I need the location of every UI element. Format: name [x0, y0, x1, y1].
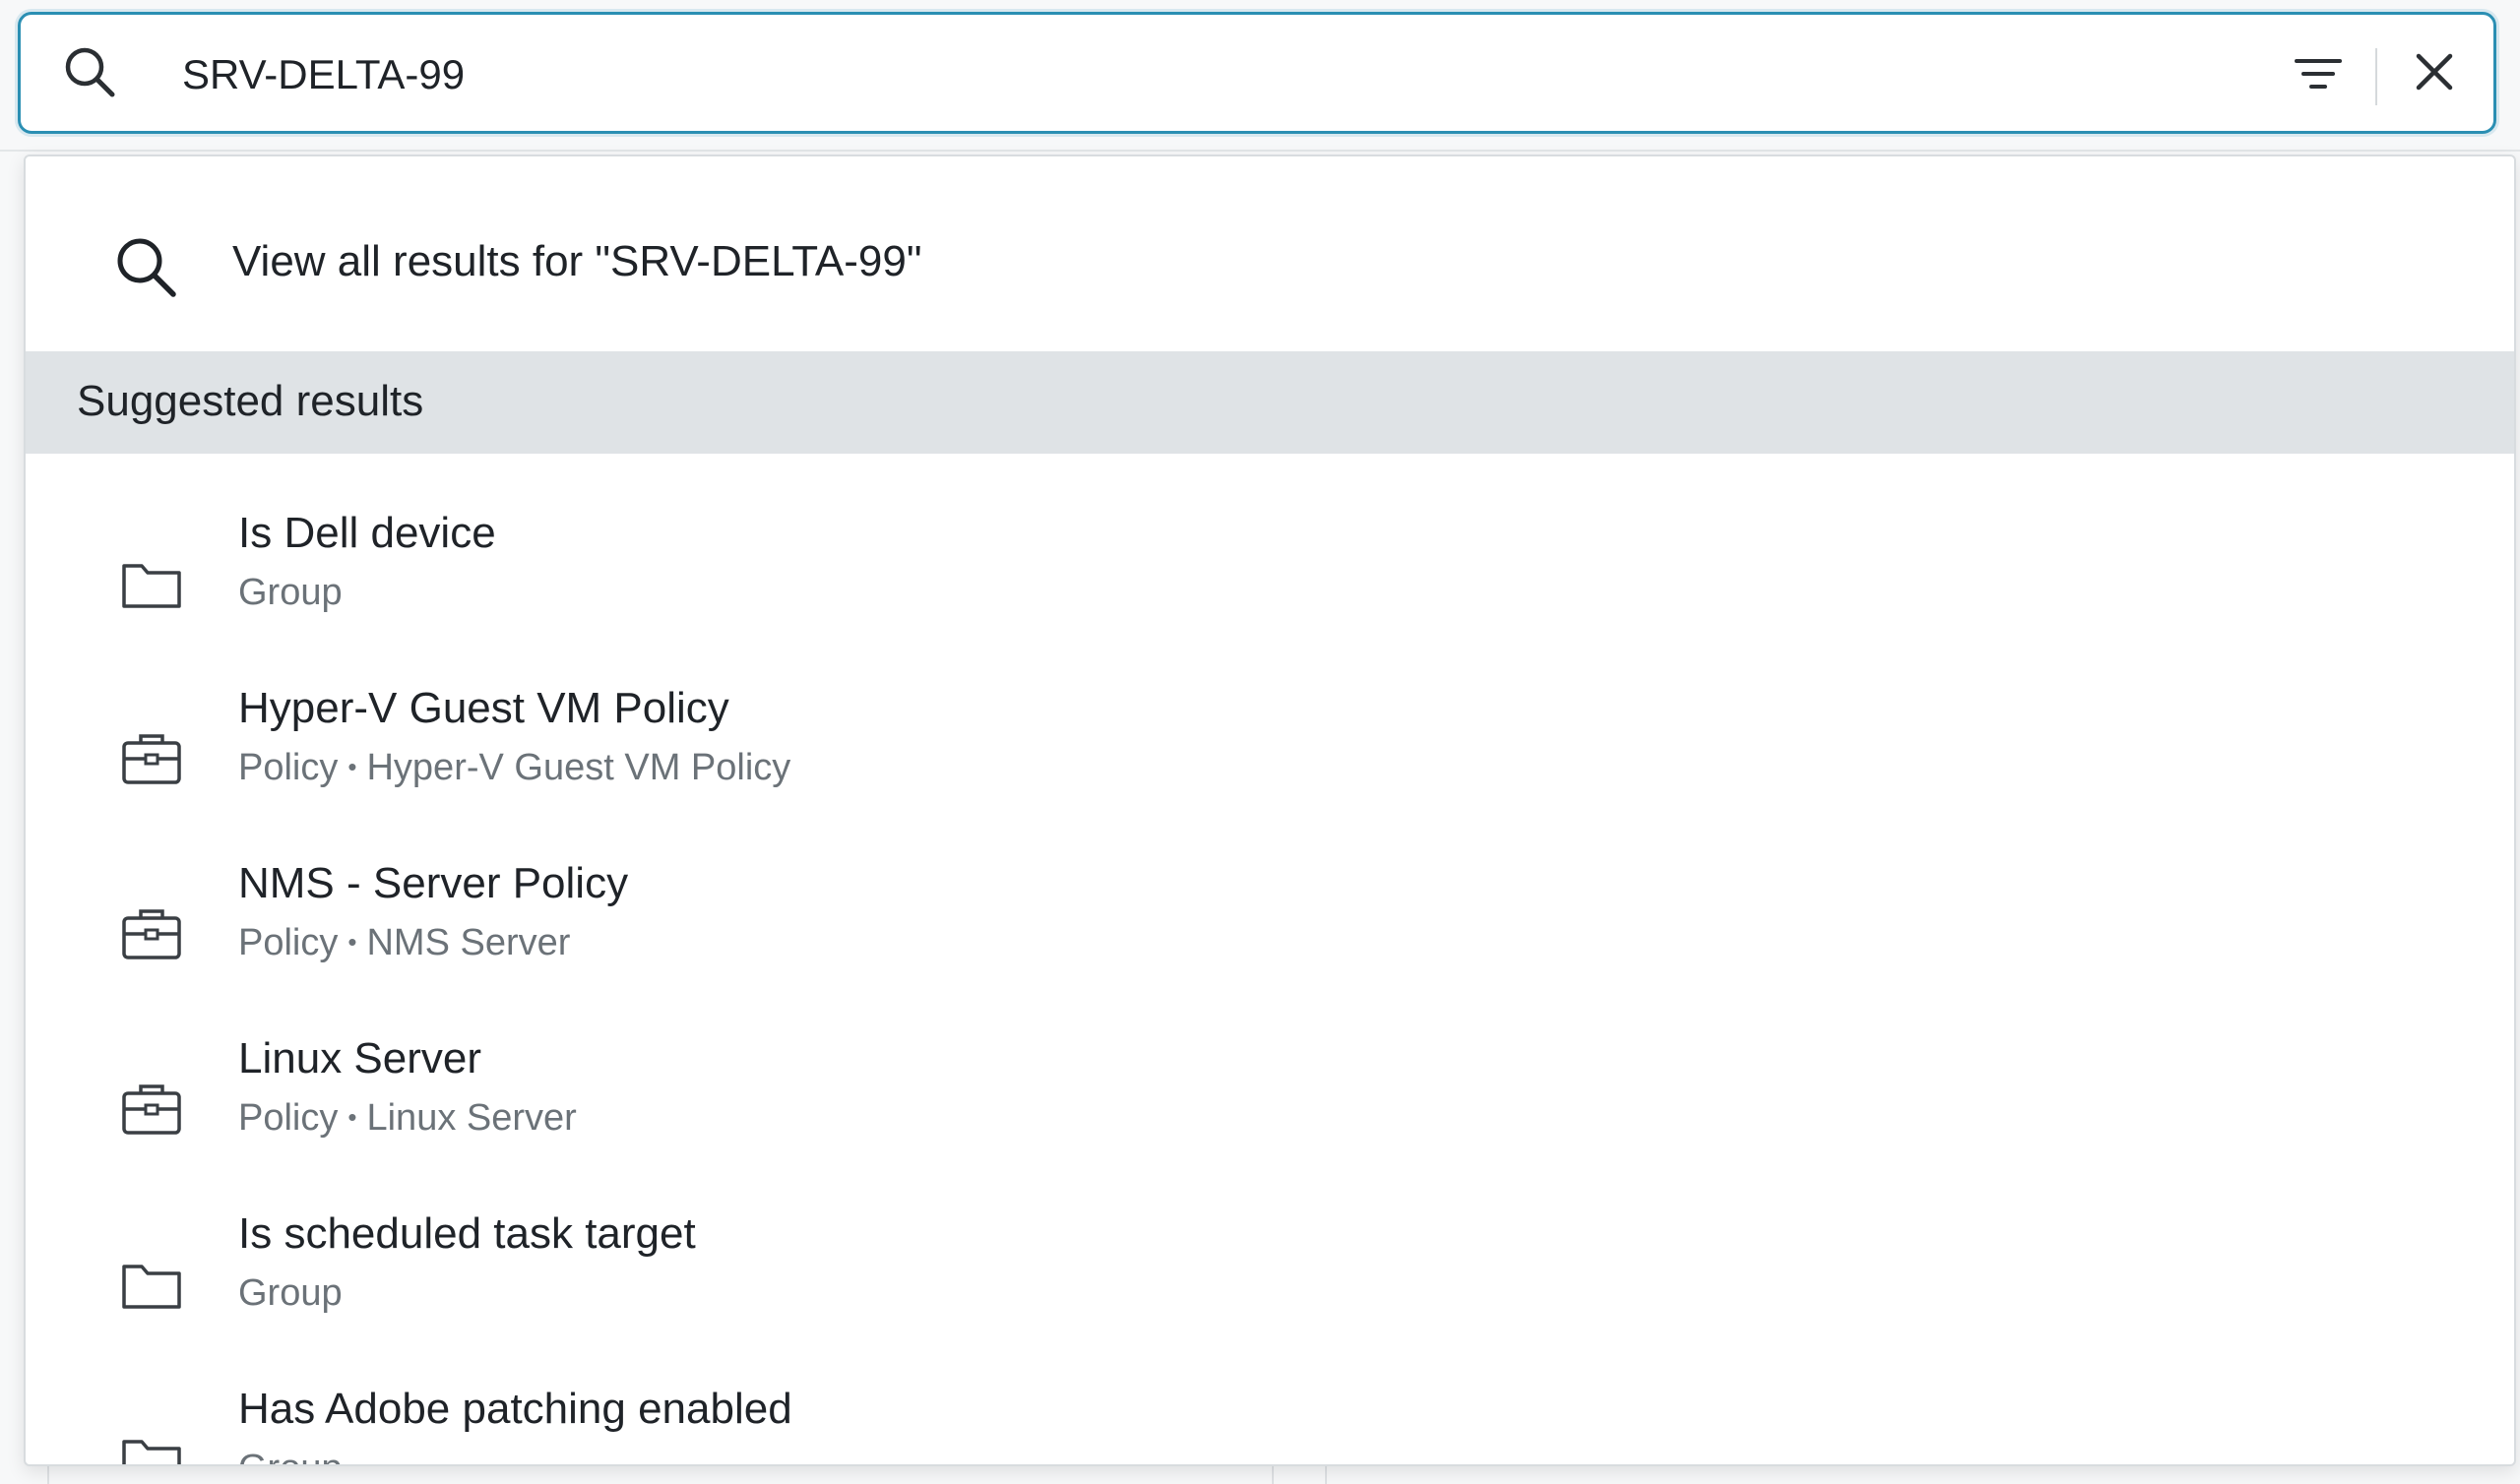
result-title: Hyper-V Guest VM Policy: [238, 684, 729, 732]
filter-button[interactable]: [2289, 44, 2348, 103]
briefcase-icon: [122, 1084, 181, 1135]
result-detail: Linux Server: [366, 1097, 577, 1139]
view-all-results-option[interactable]: View all results for "SRV-DELTA-99": [26, 156, 2514, 349]
result-subtitle: Policy • NMS Server: [238, 922, 570, 964]
result-item-hyper-v-guest-vm-policy[interactable]: Hyper-V Guest VM Policy Policy • Hyper-V G…: [26, 678, 2514, 853]
search-suggestions-dropdown: View all results for "SRV-DELTA-99" Sugg…: [24, 155, 2516, 1466]
briefcase-icon: [122, 734, 181, 784]
result-subtitle: Group: [238, 1448, 343, 1464]
result-type: Policy: [238, 747, 339, 788]
result-item-has-adobe-patching-enabled[interactable]: Has Adobe patching enabled Group: [26, 1379, 2514, 1464]
section-title: Suggested results: [77, 377, 424, 425]
global-search-bar[interactable]: [18, 12, 2496, 134]
result-detail: NMS Server: [366, 922, 571, 963]
search-input[interactable]: [160, 40, 2249, 109]
toolbar-divider: [2375, 48, 2377, 105]
separator-dot: •: [347, 927, 357, 957]
result-type: Group: [238, 1272, 343, 1314]
result-subtitle: Policy • Hyper-V Guest VM Policy: [238, 747, 790, 789]
result-title: Is scheduled task target: [238, 1209, 696, 1258]
result-title: NMS - Server Policy: [238, 859, 629, 907]
folder-icon: [122, 1265, 181, 1309]
result-item-is-dell-device[interactable]: Is Dell device Group: [26, 503, 2514, 678]
result-title: Has Adobe patching enabled: [238, 1385, 792, 1433]
folder-icon: [122, 1440, 181, 1464]
result-subtitle: Policy • Linux Server: [238, 1097, 577, 1140]
separator-dot: •: [347, 1102, 357, 1132]
suggested-results-header: Suggested results: [26, 351, 2514, 454]
view-all-results-label: View all results for "SRV-DELTA-99": [232, 237, 922, 285]
search-icon: [117, 238, 176, 297]
result-item-nms-server-policy[interactable]: NMS - Server Policy Policy • NMS Server: [26, 853, 2514, 1028]
result-item-linux-server[interactable]: Linux Server Policy • Linux Server: [26, 1028, 2514, 1204]
result-item-is-scheduled-task-target[interactable]: Is scheduled task target Group: [26, 1204, 2514, 1379]
result-subtitle: Group: [238, 572, 343, 614]
result-type: Group: [238, 572, 343, 613]
close-icon: [2416, 53, 2453, 91]
result-detail: Hyper-V Guest VM Policy: [366, 747, 791, 788]
search-icon: [65, 47, 115, 97]
briefcase-icon: [122, 909, 181, 959]
filter-icon: [2295, 59, 2342, 89]
result-title: Linux Server: [238, 1034, 482, 1082]
result-type: Policy: [238, 922, 339, 963]
clear-search-button[interactable]: [2405, 42, 2464, 101]
separator-dot: •: [347, 752, 357, 781]
folder-icon: [122, 564, 181, 608]
background-divider: [0, 150, 2520, 152]
result-type: Group: [238, 1448, 343, 1464]
result-type: Policy: [238, 1097, 339, 1139]
result-title: Is Dell device: [238, 509, 496, 557]
result-subtitle: Group: [238, 1272, 343, 1315]
